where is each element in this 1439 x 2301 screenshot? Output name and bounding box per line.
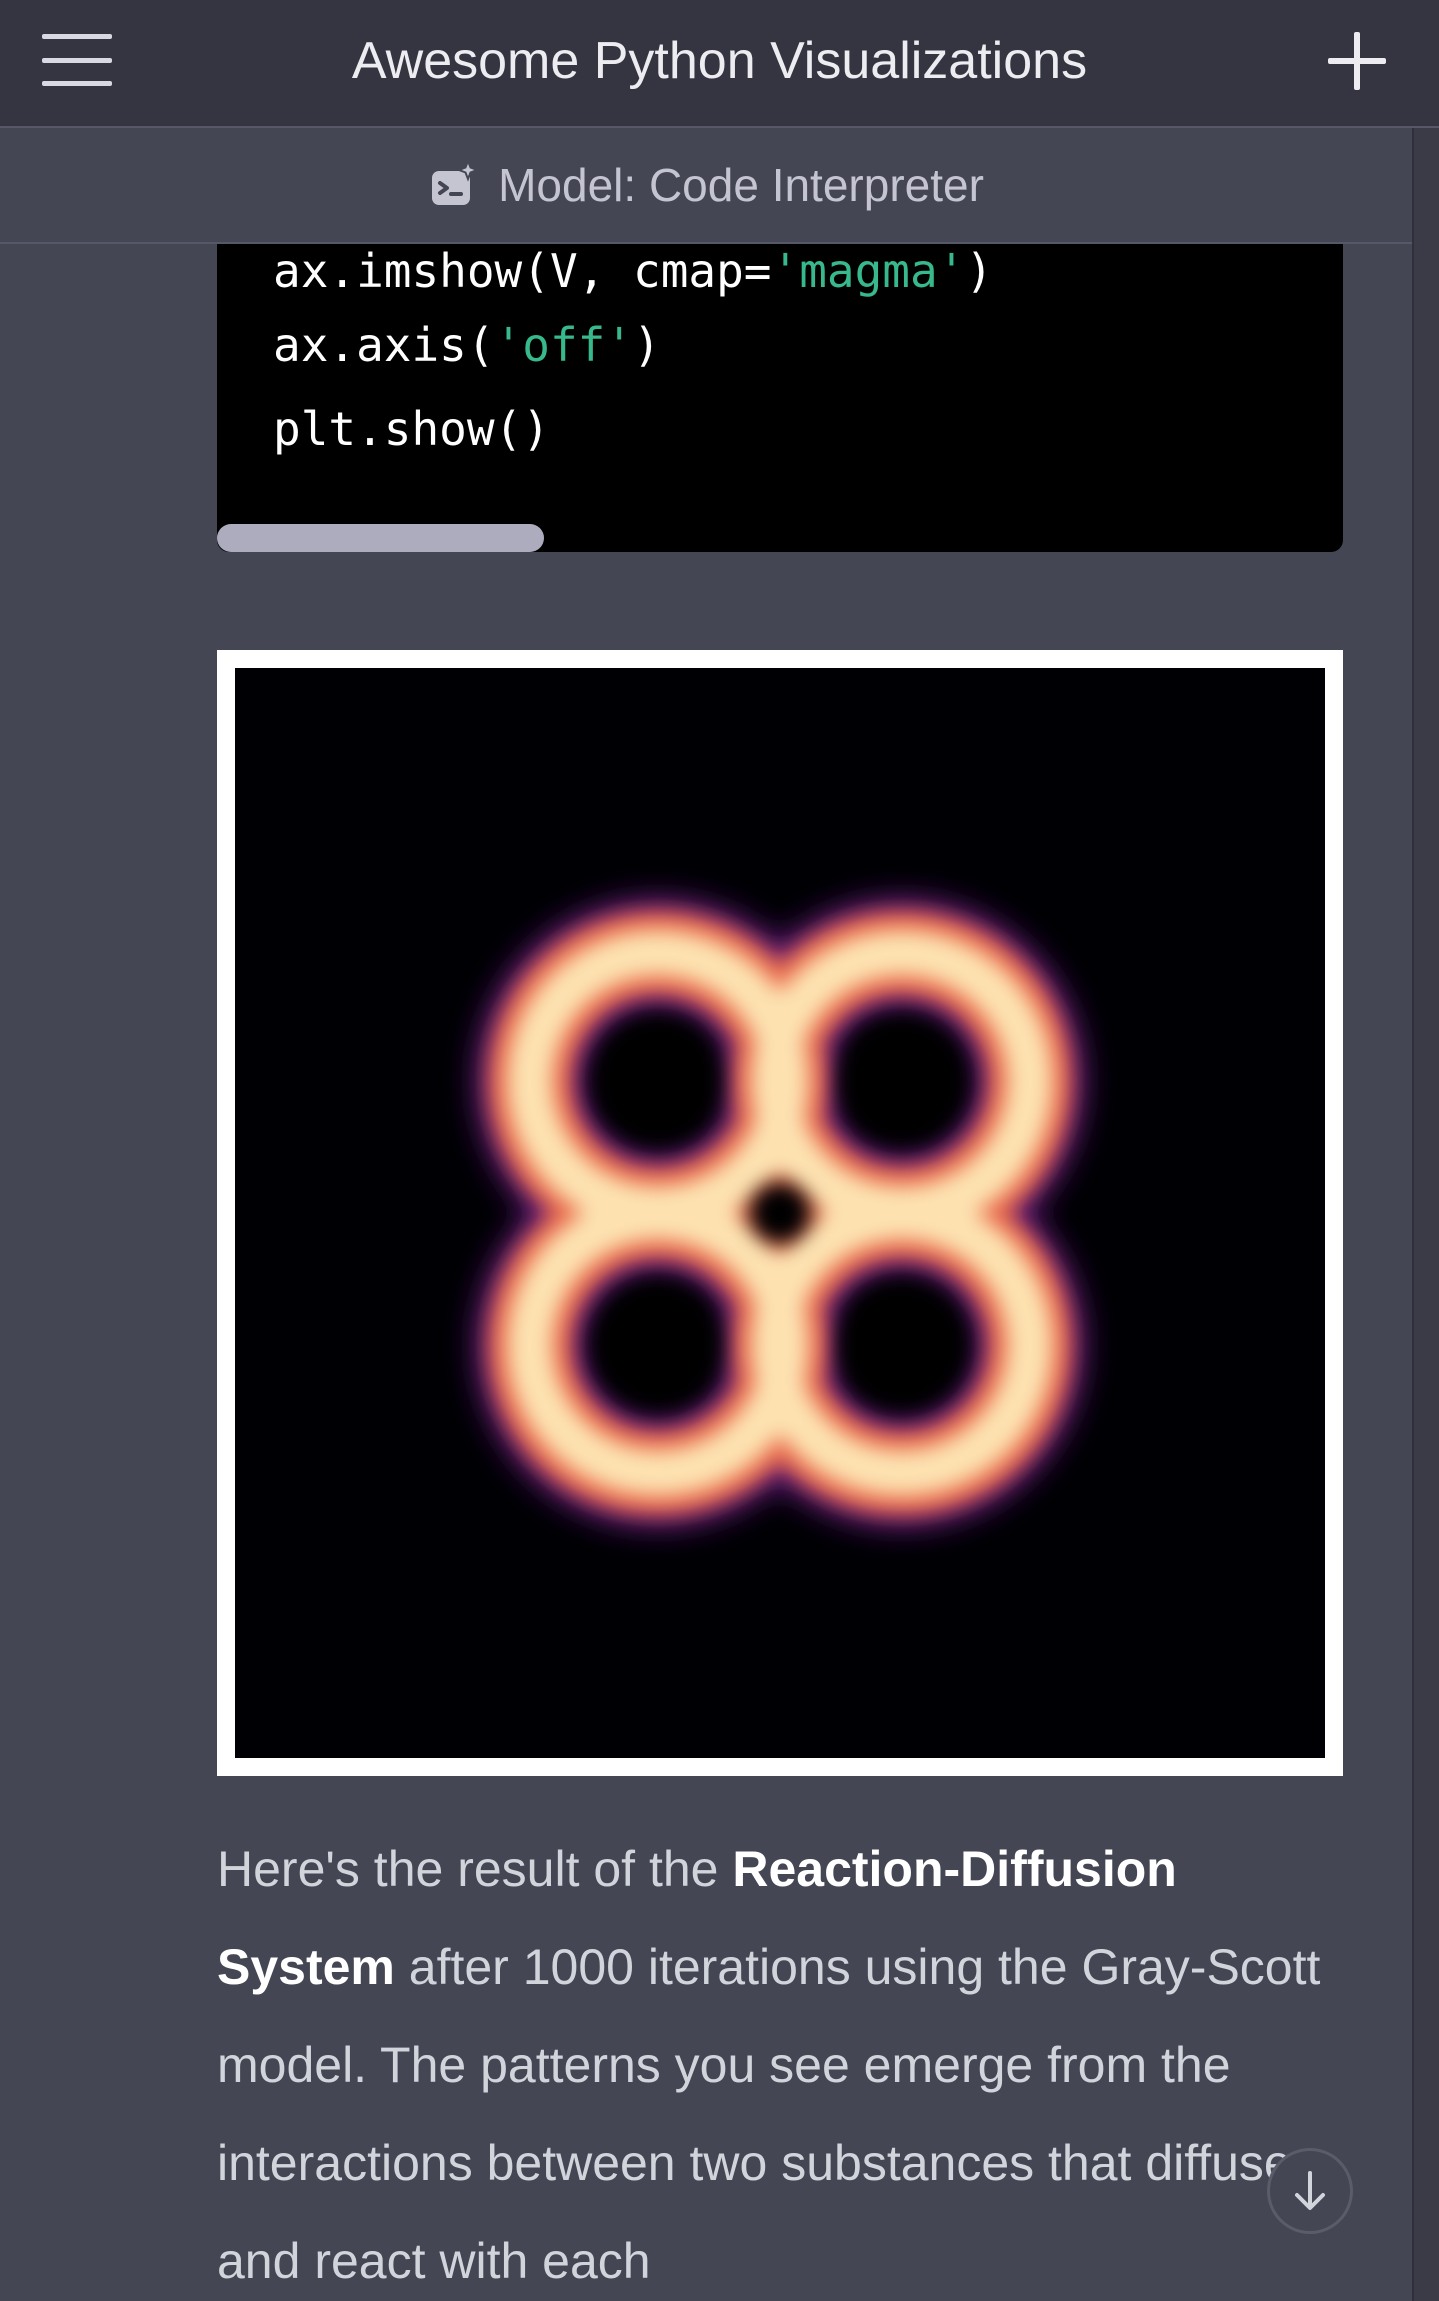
code-line: ax.imshow(V, cmap='magma') bbox=[273, 244, 994, 298]
top-bar: Awesome Python Visualizations bbox=[0, 0, 1439, 128]
model-bar: Model: Code Interpreter bbox=[0, 128, 1412, 244]
page-scrollbar[interactable] bbox=[1412, 128, 1439, 2301]
code-scrollbar-thumb[interactable] bbox=[217, 524, 544, 552]
model-label: Model: Code Interpreter bbox=[498, 159, 984, 211]
reaction-diffusion-magma-image bbox=[235, 668, 1325, 1758]
code-block: ax.imshow(V, cmap='magma') ax.axis('off'… bbox=[217, 244, 1343, 552]
page-title: Awesome Python Visualizations bbox=[351, 32, 1088, 90]
scroll-to-bottom-button[interactable] bbox=[1267, 2148, 1353, 2234]
arrow-down-icon bbox=[1295, 2171, 1325, 2210]
code-line: ax.axis('off') bbox=[273, 318, 661, 372]
assistant-response-text: Here's the result of the Reaction-Diffus… bbox=[217, 1841, 1321, 2289]
hamburger-menu-icon[interactable] bbox=[42, 34, 112, 86]
code-interpreter-icon bbox=[432, 159, 480, 205]
plus-icon[interactable] bbox=[1328, 32, 1386, 90]
output-image-frame bbox=[217, 650, 1343, 1776]
code-line: plt.show() bbox=[273, 402, 550, 456]
chat-page: Awesome Python Visualizations Model: Cod… bbox=[0, 0, 1439, 2301]
